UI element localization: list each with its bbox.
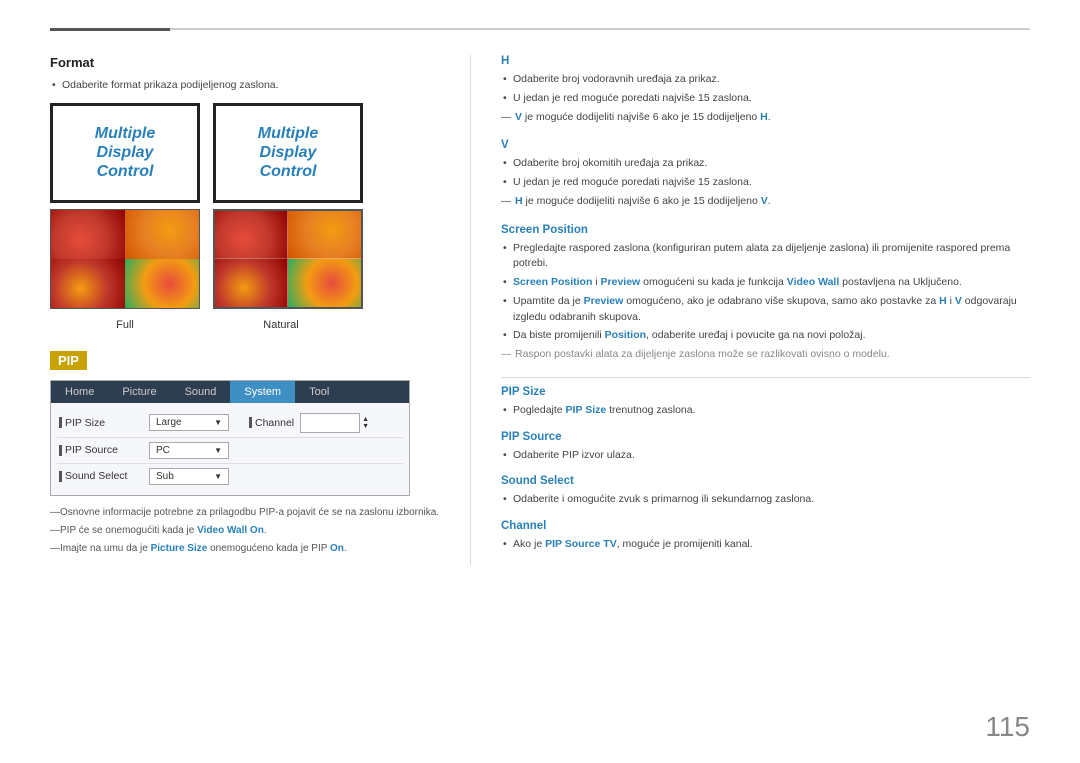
format-bullet: Odaberite format prikaza podijeljenog za… (50, 78, 440, 93)
pip-channel-label: Channel (249, 417, 294, 429)
tab-picture[interactable]: Picture (108, 381, 170, 403)
channel-section: Channel Ako je PIP Source TV, moguće je … (501, 520, 1030, 553)
pip-section: PIP Home Picture Sound System Tool (50, 351, 440, 556)
pip-row-sound: Sound Select Sub ▼ (57, 464, 403, 489)
flower-q3 (51, 259, 125, 308)
pip-box: Home Picture Sound System Tool PIP Size (50, 380, 410, 496)
pip-source-bullet: Odaberite PIP izvor ulaza. (501, 448, 1030, 464)
v-label: V (501, 139, 1030, 151)
pip-sound-arrow: ▼ (214, 472, 222, 481)
h-bullet-1: Odaberite broj vodoravnih uređaja za pri… (501, 72, 1030, 88)
left-column: Format Odaberite format prikaza podijelj… (50, 55, 470, 565)
flower-q4 (125, 259, 199, 308)
mdc-text-1: MultipleDisplayControl (95, 124, 155, 182)
right-column: H Odaberite broj vodoravnih uređaja za p… (470, 55, 1030, 565)
channel-bullet: Ako je PIP Source TV, moguće je promijen… (501, 537, 1030, 553)
flower-q2 (125, 210, 199, 259)
h-label: H (501, 55, 1030, 67)
sp-note: Raspon postavki alata za dijeljenje zasl… (501, 347, 1030, 363)
pip-source-arrow: ▼ (214, 446, 222, 455)
v-bullet-2: U jedan je red moguće poredati najviše 1… (501, 175, 1030, 191)
pip-size-value: Large (156, 417, 182, 428)
h-section: H Odaberite broj vodoravnih uređaja za p… (501, 55, 1030, 125)
pip-size-select[interactable]: Large ▼ (149, 414, 229, 431)
separator (501, 377, 1030, 378)
flower-n2 (288, 211, 361, 259)
pip-size-section: PIP Size Pogledajte PIP Size trenutnog z… (501, 386, 1030, 419)
format-label-natural: Natural (206, 319, 356, 331)
channel-up-arrow[interactable]: ▲ (362, 416, 369, 423)
format-photo-full (50, 209, 200, 309)
flower-q1 (51, 210, 125, 259)
flower-n3 (215, 259, 288, 307)
format-photo-natural (213, 209, 363, 309)
format-cell-mdc2: MultipleDisplayControl (213, 103, 363, 203)
v-section: V Odaberite broj okomitih uređaja za pri… (501, 139, 1030, 209)
flower-n1 (215, 211, 288, 259)
pip-row-source: PIP Source PC ▼ (57, 438, 403, 464)
pip-note-3: Imajte na umu da je Picture Size onemogu… (50, 542, 440, 556)
pip-source-label: PIP Source (59, 444, 149, 456)
mdc-text-2: MultipleDisplayControl (258, 124, 318, 182)
sound-select-section: Sound Select Odaberite i omogućite zvuk … (501, 475, 1030, 508)
pip-size-title: PIP Size (501, 386, 1030, 398)
sp-bullet-3: Upamtite da je Preview omogućeno, ako je… (501, 294, 1030, 326)
v-note: H je moguće dodijeliti najviše 6 ako je … (501, 194, 1030, 210)
pip-row-size: PIP Size Large ▼ Channel (57, 409, 403, 438)
flower-n4 (288, 259, 361, 307)
pip-size-bullet: Pogledajte PIP Size trenutnog zaslona. (501, 403, 1030, 419)
v-bullet-1: Odaberite broj okomitih uređaja za prika… (501, 156, 1030, 172)
pip-badge: PIP (50, 351, 87, 370)
pip-rows: PIP Size Large ▼ Channel (51, 403, 409, 495)
pip-channel-arrows: ▲ ▼ (362, 416, 369, 430)
tab-tool[interactable]: Tool (295, 381, 343, 403)
channel-down-arrow[interactable]: ▼ (362, 423, 369, 430)
photo-natural-grid (215, 211, 361, 307)
pip-tabs: Home Picture Sound System Tool (51, 381, 409, 403)
screen-position-title: Screen Position (501, 224, 1030, 236)
pip-source-title: PIP Source (501, 431, 1030, 443)
pip-sound-value: Sub (156, 471, 174, 482)
format-title: Format (50, 55, 440, 70)
pip-note-1: Osnovne informacije potrebne za prilagod… (50, 506, 440, 520)
top-border (50, 28, 1030, 30)
pip-sound-select[interactable]: Sub ▼ (149, 468, 229, 485)
h-bullet-2: U jedan je red moguće poredati najviše 1… (501, 91, 1030, 107)
tab-sound[interactable]: Sound (171, 381, 231, 403)
pip-note-2: PIP će se onemogućiti kada je Video Wall… (50, 524, 440, 538)
pip-notes: Osnovne informacije potrebne za prilagod… (50, 506, 440, 556)
pip-source-value: PC (156, 445, 170, 456)
tab-system[interactable]: System (230, 381, 295, 403)
sp-bullet-4: Da biste promijenili Position, odaberite… (501, 328, 1030, 344)
pip-sound-label: Sound Select (59, 470, 149, 482)
format-section: Format Odaberite format prikaza podijelj… (50, 55, 440, 331)
pip-channel-input[interactable] (300, 413, 360, 433)
top-border-accent (50, 28, 170, 31)
photo-full-grid (51, 210, 199, 308)
format-label-full: Full (50, 319, 200, 331)
format-labels: Full Natural (50, 319, 370, 331)
format-cell-mdc1: MultipleDisplayControl (50, 103, 200, 203)
sound-select-title: Sound Select (501, 475, 1030, 487)
pip-size-arrow: ▼ (214, 418, 222, 427)
h-note: V je moguće dodijeliti najviše 6 ako je … (501, 110, 1030, 126)
pip-source-section: PIP Source Odaberite PIP izvor ulaza. (501, 431, 1030, 464)
sp-bullet-2: Screen Position i Preview omogućeni su k… (501, 275, 1030, 291)
format-grid: MultipleDisplayControl MultipleDisplayCo… (50, 103, 370, 309)
pip-channel-container: Channel ▲ ▼ (249, 413, 369, 433)
pip-source-select[interactable]: PC ▼ (149, 442, 229, 459)
pip-size-label: PIP Size (59, 417, 149, 429)
sound-select-bullet: Odaberite i omogućite zvuk s primarnog i… (501, 492, 1030, 508)
screen-position-section: Screen Position Pregledajte raspored zas… (501, 224, 1030, 363)
tab-home[interactable]: Home (51, 381, 108, 403)
channel-title: Channel (501, 520, 1030, 532)
sp-bullet-1: Pregledajte raspored zaslona (konfigurir… (501, 241, 1030, 273)
page-number: 115 (985, 711, 1030, 743)
